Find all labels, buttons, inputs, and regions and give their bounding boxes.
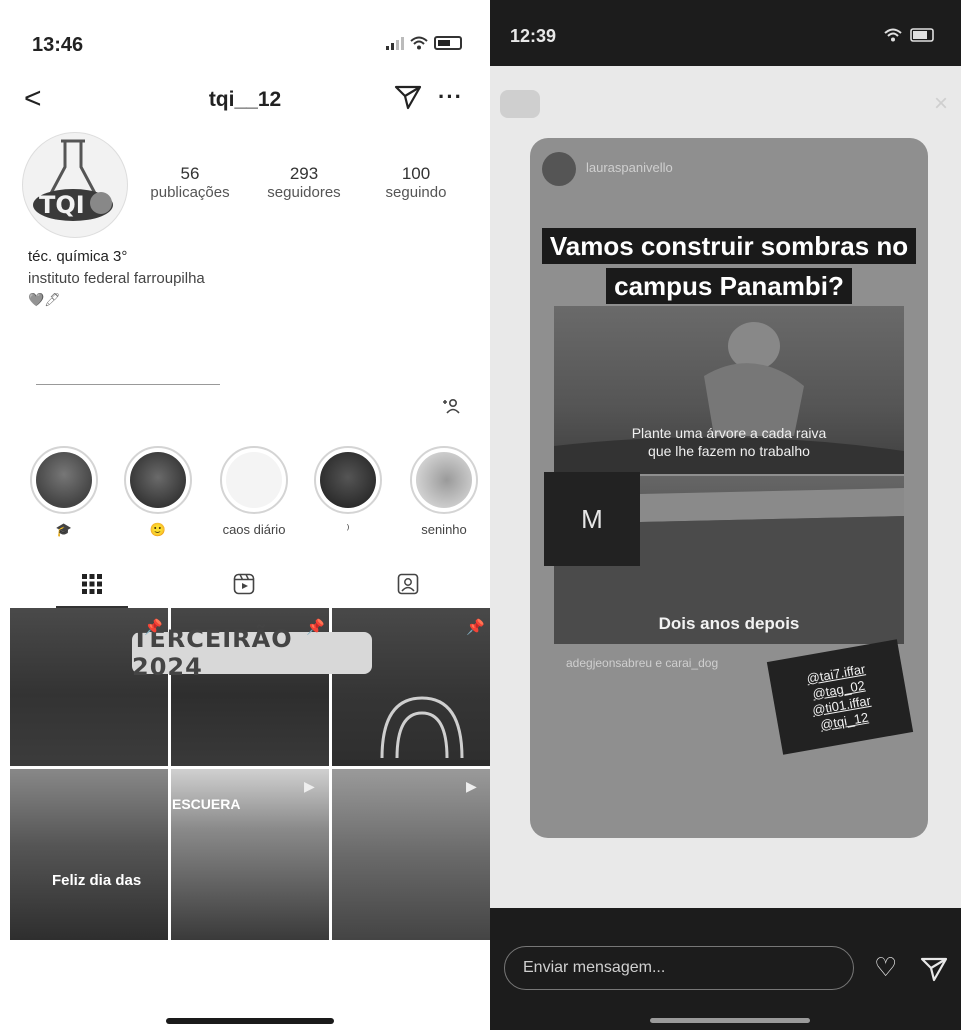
post-caption-text: ESCUERA bbox=[172, 796, 241, 812]
stat-posts[interactable]: 56 publicações bbox=[142, 164, 238, 201]
heart-icon[interactable]: ♡ bbox=[874, 952, 897, 983]
tab-tagged[interactable] bbox=[388, 564, 428, 604]
add-friend-icon[interactable] bbox=[442, 398, 460, 417]
posts-grid: TERCEIRÃO 2024 📌 📌 📌 ▶ ▶ bbox=[10, 608, 490, 940]
profile-screen: 13:46 < tqi__12 ··· TQI 56 publicações 2… bbox=[0, 0, 490, 1030]
stat-following-value: 100 bbox=[401, 164, 431, 183]
caption-line: que lhe fazem no trabalho bbox=[648, 443, 810, 459]
profile-header: < tqi__12 ··· bbox=[0, 80, 490, 120]
highlight-item[interactable]: 🙂 bbox=[118, 446, 198, 538]
highlight-item[interactable]: seninho bbox=[404, 446, 484, 538]
highlight-cover bbox=[320, 452, 376, 508]
flask-logo-icon: TQI bbox=[33, 139, 113, 221]
reel-icon: ▶ bbox=[466, 778, 477, 794]
send-icon[interactable] bbox=[920, 956, 948, 982]
planting-photo: Plante uma árvore a cada raiva que lhe f… bbox=[554, 306, 904, 474]
photo-caption: Plante uma árvore a cada raiva que lhe f… bbox=[554, 424, 904, 460]
reshared-post-card[interactable]: lauraspanivello Vamos construir sombras … bbox=[530, 138, 928, 838]
highlight-cover bbox=[416, 452, 472, 508]
post-caption-text: Feliz dia das bbox=[52, 872, 142, 889]
reel-icon: ▶ bbox=[304, 778, 315, 794]
profile-avatar[interactable]: TQI bbox=[22, 132, 128, 238]
stat-followers-value: 293 bbox=[289, 164, 319, 183]
close-icon[interactable]: × bbox=[934, 90, 948, 118]
highlight-cover bbox=[36, 452, 92, 508]
bio-divider bbox=[36, 384, 220, 385]
post-banner-text: TERCEIRÃO 2024 bbox=[132, 625, 372, 681]
tab-grid[interactable] bbox=[72, 564, 112, 604]
post-thumbnail[interactable] bbox=[10, 769, 168, 940]
signal-icon bbox=[386, 36, 404, 50]
highlight-label: ⁾ bbox=[346, 522, 350, 537]
stat-posts-label: publicações bbox=[150, 184, 230, 201]
stat-followers[interactable]: 293 seguidores bbox=[256, 164, 352, 201]
pin-icon: 📌 bbox=[306, 619, 325, 636]
post-title: Vamos construir sombras no campus Panamb… bbox=[530, 228, 928, 304]
story-highlights: 🎓 🙂 caos diário ⁾ seninho bbox=[0, 446, 490, 556]
pin-icon: 📌 bbox=[466, 619, 485, 636]
avatar bbox=[542, 152, 576, 186]
tagged-icon bbox=[397, 573, 419, 595]
tag-sticker[interactable]: @tai7.iffar @tag_02 @ti01.iffar @tqi_12 bbox=[766, 639, 914, 755]
highlight-item[interactable]: ⁾ bbox=[308, 446, 388, 538]
home-indicator bbox=[166, 1018, 334, 1024]
highlight-cover bbox=[130, 452, 186, 508]
wifi-icon bbox=[884, 28, 902, 42]
photo-caption: Dois anos depois bbox=[658, 614, 800, 633]
story-account-avatar[interactable] bbox=[500, 90, 540, 118]
stat-following[interactable]: 100 seguindo bbox=[374, 164, 458, 201]
m-letter-box: M bbox=[544, 472, 640, 566]
highlight-label: 🎓 bbox=[55, 522, 73, 537]
highlight-item[interactable]: 🎓 bbox=[24, 446, 104, 538]
highlight-label: 🙂 bbox=[149, 522, 167, 537]
message-input[interactable]: Enviar mensagem... bbox=[504, 946, 854, 990]
svg-text:TQI: TQI bbox=[39, 191, 85, 219]
more-options-icon[interactable]: ··· bbox=[438, 84, 463, 110]
post-title-line: campus Panambi? bbox=[606, 268, 852, 304]
status-time: 13:46 bbox=[32, 34, 84, 56]
highlight-cover bbox=[226, 452, 282, 508]
post-author: lauraspanivello bbox=[586, 160, 673, 175]
caption-line: Plante uma árvore a cada raiva bbox=[631, 425, 827, 441]
stat-posts-value: 56 bbox=[180, 164, 200, 183]
tab-reels[interactable] bbox=[224, 564, 264, 604]
battery-icon bbox=[910, 28, 934, 42]
bio-emoji: 🩶🖊 bbox=[28, 292, 61, 307]
bio-line: instituto federal farroupilha bbox=[28, 270, 205, 287]
highlight-label: caos diário bbox=[222, 522, 286, 537]
status-icons bbox=[386, 36, 462, 50]
story-screen: 12:39 × lauraspanivello Vamos construir … bbox=[490, 0, 961, 1030]
home-indicator bbox=[650, 1018, 810, 1023]
stat-following-label: seguindo bbox=[385, 184, 447, 201]
battery-icon bbox=[434, 36, 462, 50]
bio-name: téc. química 3° bbox=[28, 248, 128, 265]
stat-followers-label: seguidores bbox=[267, 184, 341, 201]
highlight-item[interactable]: caos diário bbox=[214, 446, 294, 538]
status-icons bbox=[884, 28, 936, 42]
profile-tabs bbox=[0, 564, 490, 608]
mention-text: adegjeonsabreu e carai_dog bbox=[566, 656, 719, 670]
highlight-label: seninho bbox=[421, 522, 467, 537]
pin-icon: 📌 bbox=[144, 619, 163, 636]
status-time: 12:39 bbox=[510, 26, 557, 46]
send-icon[interactable] bbox=[394, 84, 422, 110]
wifi-icon bbox=[410, 36, 428, 50]
grid-icon bbox=[82, 574, 102, 594]
reels-icon bbox=[233, 573, 255, 595]
post-title-line: Vamos construir sombras no bbox=[541, 228, 917, 264]
